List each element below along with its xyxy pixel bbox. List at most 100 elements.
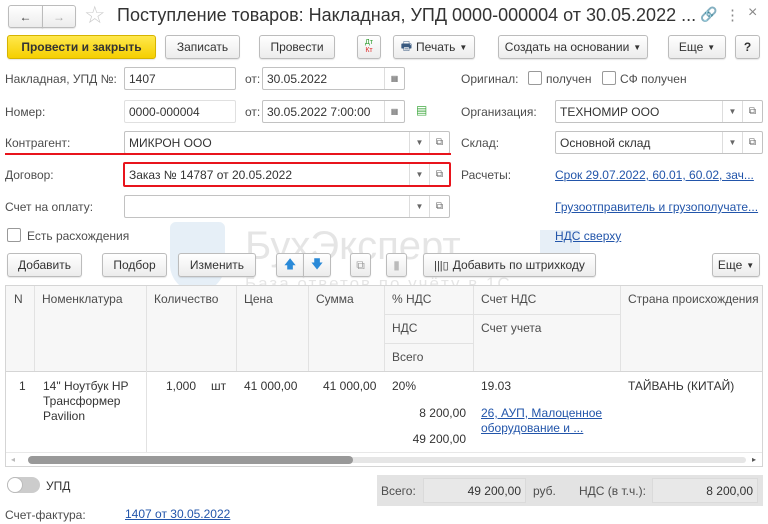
edit-button[interactable]: Изменить xyxy=(178,253,256,277)
received-checkbox[interactable] xyxy=(528,71,542,85)
kt-icon: Кт xyxy=(365,47,373,54)
more-menu-icon[interactable]: ⋮ xyxy=(725,6,740,24)
cell-item: 14" Ноутбук HP Трансформер Pavilion xyxy=(43,379,129,423)
sf-received-checkbox[interactable] xyxy=(602,71,616,85)
arrow-down-icon: 🡇 xyxy=(310,256,324,271)
invoice-date-input[interactable]: 30.05.2022 ▦ xyxy=(262,67,405,90)
table-row[interactable]: 1 14" Ноутбук HP Трансформер Pavilion 1,… xyxy=(6,372,762,453)
total-label: Всего: xyxy=(381,484,416,498)
copy-button[interactable]: ⧉ xyxy=(350,253,371,277)
cell-vat-rate: 20% xyxy=(392,379,417,393)
invoice-number-input[interactable]: 1407 xyxy=(124,67,236,90)
counterparty-label: Контрагент: xyxy=(5,136,71,150)
more-button[interactable]: Еще ▼ xyxy=(668,35,726,59)
dt-kt-button[interactable]: Дт Кт xyxy=(357,35,381,59)
col-sum[interactable]: Сумма xyxy=(310,286,360,312)
move-down-button[interactable]: 🡇 xyxy=(303,253,331,277)
cell-qty: 1,000 xyxy=(166,379,197,393)
add-row-button[interactable]: Добавить xyxy=(7,253,82,277)
number-input[interactable]: 0000-000004 xyxy=(124,100,236,123)
total-value: 49 200,00 xyxy=(423,478,526,503)
settlements-link[interactable]: Срок 29.07.2022, 60.01, 60.02, зач... xyxy=(555,168,754,182)
currency-label: руб. xyxy=(533,484,556,498)
organization-input[interactable]: ТЕХНОМИР ООО ▼ ⧉ xyxy=(555,100,763,123)
open-icon[interactable]: ⧉ xyxy=(429,132,449,153)
printer-icon: 🖶 xyxy=(400,38,413,53)
chevron-down-icon[interactable]: ▼ xyxy=(409,164,429,185)
scrollbar-thumb[interactable] xyxy=(28,456,353,464)
totals-panel: Всего: 49 200,00 руб. НДС (в т.ч.): 8 20… xyxy=(377,475,763,506)
chevron-down-icon: ▼ xyxy=(633,42,642,52)
document-check-icon[interactable]: ▤ xyxy=(416,103,427,117)
col-vat-rate[interactable]: % НДС xyxy=(386,286,437,312)
vat-total-label: НДС (в т.ч.): xyxy=(579,484,646,498)
add-by-barcode-button[interactable]: |||▯ Добавить по штрихкоду xyxy=(423,253,596,277)
cell-account-link[interactable]: 26, АУП, Малоценное оборудование и ... xyxy=(481,406,606,436)
barcode-icon: |||▯ xyxy=(434,259,449,272)
warehouse-input[interactable]: Основной склад ▼ ⧉ xyxy=(555,131,763,154)
col-account[interactable]: Счет учета xyxy=(475,315,547,341)
contract-label: Договор: xyxy=(5,168,54,182)
post-button[interactable]: Провести xyxy=(259,35,335,59)
shipper-consignee-link[interactable]: Грузоотправитель и грузополучате... xyxy=(555,200,758,214)
favorite-star-icon[interactable]: ☆ xyxy=(84,1,106,30)
chevron-down-icon[interactable]: ▼ xyxy=(722,132,742,153)
col-vat[interactable]: НДС xyxy=(386,315,423,341)
pick-button[interactable]: Подбор xyxy=(102,253,167,277)
invoice-sf-link[interactable]: 1407 от 30.05.2022 xyxy=(125,507,230,521)
table-more-button[interactable]: Еще ▼ xyxy=(712,253,760,277)
goods-table: N Номенклатура Количество Цена Сумма % Н… xyxy=(5,285,763,467)
col-item[interactable]: Номенклатура xyxy=(36,286,129,312)
paste-button[interactable]: ▮ xyxy=(386,253,407,277)
post-and-close-button[interactable]: Провести и закрыть xyxy=(7,35,156,59)
chevron-down-icon: ▼ xyxy=(746,260,755,270)
calendar-icon[interactable]: ▦ xyxy=(384,101,404,122)
chevron-down-icon: ▼ xyxy=(459,42,468,52)
forward-button[interactable]: → xyxy=(42,5,76,28)
create-based-on-button[interactable]: Создать на основании ▼ xyxy=(498,35,648,59)
warehouse-label: Склад: xyxy=(461,136,500,150)
vat-on-top-link[interactable]: НДС сверху xyxy=(555,229,621,243)
open-icon[interactable]: ⧉ xyxy=(429,196,449,217)
col-price[interactable]: Цена xyxy=(238,286,279,312)
contract-input[interactable]: Заказ № 14787 от 20.05.2022 ▼ ⧉ xyxy=(123,162,451,187)
calendar-icon[interactable]: ▦ xyxy=(384,68,404,89)
cell-vat-account: 19.03 xyxy=(481,379,512,393)
chevron-down-icon[interactable]: ▼ xyxy=(409,196,429,217)
col-n[interactable]: N xyxy=(8,286,29,312)
col-qty[interactable]: Количество xyxy=(148,286,224,312)
col-total[interactable]: Всего xyxy=(386,344,429,370)
back-button[interactable]: ← xyxy=(8,5,43,28)
open-icon[interactable]: ⧉ xyxy=(742,101,762,122)
save-button[interactable]: Записать xyxy=(165,35,240,59)
discrepancies-checkbox[interactable] xyxy=(7,228,21,242)
cell-vat: 8 200,00 xyxy=(419,406,466,420)
window-title: Поступление товаров: Накладная, УПД 0000… xyxy=(117,5,697,25)
payment-invoice-label: Счет на оплату: xyxy=(5,200,94,214)
settlements-label: Расчеты: xyxy=(461,168,512,182)
help-button[interactable]: ? xyxy=(735,35,760,59)
copy-icon: ⧉ xyxy=(356,257,365,272)
open-icon[interactable]: ⧉ xyxy=(429,164,449,185)
received-label: получен xyxy=(546,72,592,86)
close-icon[interactable]: × xyxy=(748,4,757,22)
organization-label: Организация: xyxy=(461,105,537,119)
number-date-input[interactable]: 30.05.2022 7:00:00 ▦ xyxy=(262,100,405,123)
print-button[interactable]: 🖶 Печать ▼ xyxy=(393,35,475,59)
chevron-down-icon[interactable]: ▼ xyxy=(722,101,742,122)
counterparty-input[interactable]: МИКРОН ООО ▼ ⧉ xyxy=(124,131,450,154)
open-icon[interactable]: ⧉ xyxy=(742,132,762,153)
cell-unit: шт xyxy=(211,379,227,393)
payment-invoice-input[interactable]: ▼ ⧉ xyxy=(124,195,450,218)
col-country[interactable]: Страна происхождения xyxy=(622,286,765,312)
col-vat-account[interactable]: Счет НДС xyxy=(475,286,542,312)
chevron-down-icon[interactable]: ▼ xyxy=(409,132,429,153)
move-up-button[interactable]: 🡅 xyxy=(276,253,304,277)
discrepancies-label: Есть расхождения xyxy=(27,229,130,243)
from-label: от: xyxy=(245,105,261,119)
dt-icon: Дт xyxy=(365,39,373,46)
link-icon[interactable]: 🔗 xyxy=(700,6,717,23)
from-label: от: xyxy=(245,72,261,86)
horizontal-scrollbar[interactable]: ◂ ▸ xyxy=(6,452,762,466)
upd-toggle[interactable] xyxy=(7,477,40,493)
